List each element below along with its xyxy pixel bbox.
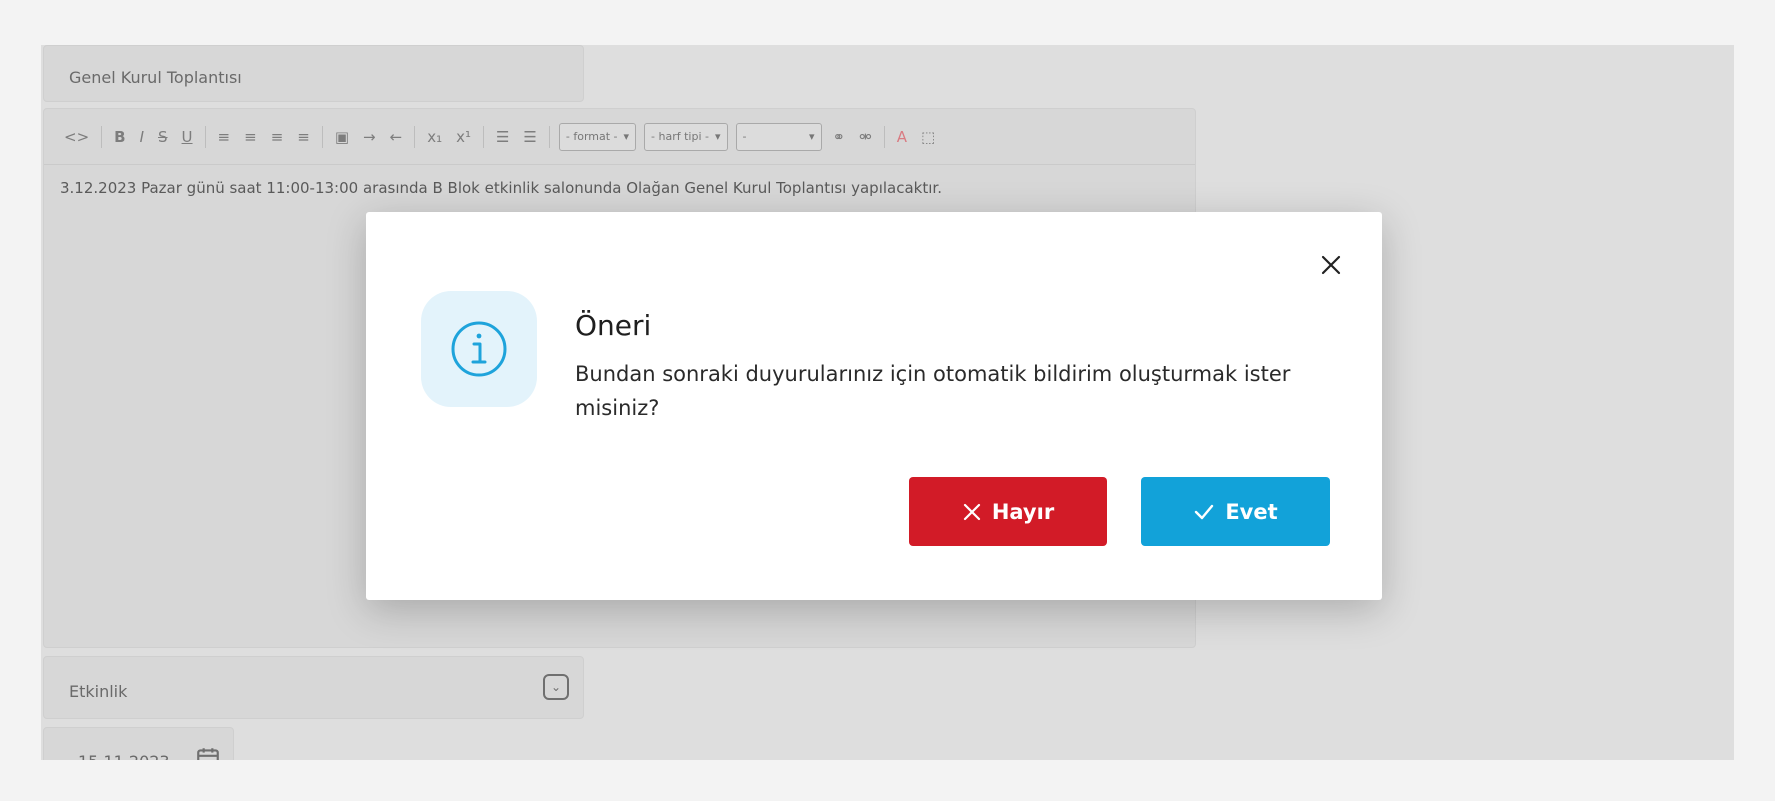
toolbar-divider [548, 125, 550, 148]
toolbar-divider [883, 125, 885, 148]
indent-icon[interactable]: → [357, 128, 382, 146]
source-code-button[interactable]: <> [58, 128, 95, 146]
category-select[interactable]: Etkinlik ⌄ [43, 656, 584, 719]
ordered-list-icon[interactable]: ☰ [490, 128, 515, 146]
link-icon[interactable]: ⚭ [827, 128, 852, 146]
underline-button[interactable]: U [176, 128, 199, 146]
italic-button[interactable]: I [134, 128, 150, 146]
close-icon [1321, 255, 1341, 275]
date-input[interactable]: 15.11.2023 [43, 727, 234, 760]
toolbar-divider [414, 125, 416, 148]
dialog-title: Öneri [575, 309, 652, 342]
align-right-icon[interactable]: ≡ [265, 128, 290, 146]
calendar-icon[interactable] [195, 745, 221, 760]
info-icon-container [421, 291, 537, 407]
close-icon [963, 503, 980, 520]
chevron-down-icon: ▾ [623, 130, 630, 143]
format-select-value: - format - [565, 130, 618, 143]
align-justify-icon[interactable]: ≡ [291, 128, 316, 146]
announcement-title-value: Genel Kurul Toplantısı [69, 68, 242, 87]
yes-button[interactable]: Evet [1141, 477, 1330, 546]
toolbar-divider [482, 125, 484, 148]
image-icon[interactable]: ▣ [329, 128, 355, 146]
align-center-icon[interactable]: ≡ [238, 128, 263, 146]
superscript-icon[interactable]: x¹ [450, 128, 477, 146]
toolbar-divider [101, 125, 103, 148]
font-size-select[interactable]: - ▾ [735, 122, 822, 151]
format-select[interactable]: - format - ▾ [558, 122, 637, 151]
announcement-title-input[interactable]: Genel Kurul Toplantısı [43, 45, 584, 102]
category-value: Etkinlik [69, 682, 128, 701]
strikethrough-button[interactable]: S [152, 128, 174, 146]
editor-content[interactable]: 3.12.2023 Pazar günü saat 11:00-13:00 ar… [44, 165, 1195, 197]
font-family-select-value: - harf tipi - [651, 130, 709, 143]
font-size-select-value: - [742, 130, 747, 143]
bold-button[interactable]: B [108, 128, 131, 146]
editor-toolbar: <> B I S U ≡ ≡ ≡ ≡ ▣ → ← x₁ x¹ ☰ ☰ - for… [44, 109, 1195, 165]
chevron-down-icon: ▾ [809, 130, 815, 143]
no-button[interactable]: Hayır [909, 477, 1107, 546]
yes-button-label: Evet [1225, 499, 1278, 524]
chevron-down-icon: ▾ [715, 130, 721, 143]
dialog-message: Bundan sonraki duyurularınız için otomat… [575, 362, 1291, 420]
unlink-icon[interactable]: ⚮ [853, 128, 878, 146]
background-color-icon[interactable]: ⬚ [915, 128, 941, 146]
align-left-icon[interactable]: ≡ [212, 128, 237, 146]
unordered-list-icon[interactable]: ☰ [517, 128, 542, 146]
toolbar-divider [321, 125, 323, 148]
chevron-down-icon: ⌄ [543, 674, 569, 700]
subscript-icon[interactable]: x₁ [421, 128, 448, 146]
check-icon [1195, 504, 1214, 519]
close-dialog-button[interactable] [1318, 252, 1344, 278]
toolbar-divider [204, 125, 206, 148]
suggestion-dialog: Öneri Bundan sonraki duyurularınız için … [366, 212, 1382, 600]
no-button-label: Hayır [991, 499, 1055, 524]
date-value: 15.11.2023 [78, 752, 170, 760]
info-icon [451, 321, 507, 377]
outdent-icon[interactable]: ← [384, 128, 409, 146]
text-color-icon[interactable]: A [891, 128, 913, 146]
font-family-select[interactable]: - harf tipi - ▾ [644, 122, 728, 151]
